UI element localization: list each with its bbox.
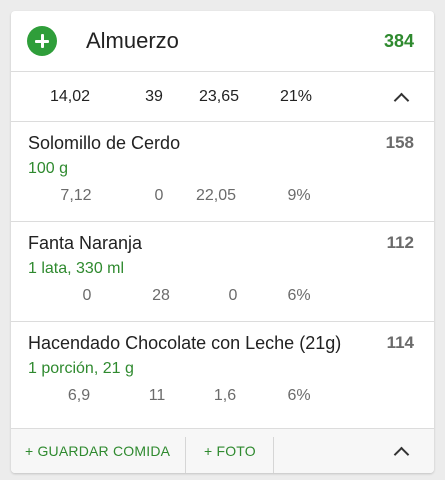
meal-title: Almuerzo — [86, 28, 179, 53]
food-calories: 158 — [385, 133, 414, 152]
meal-calories: 384 — [383, 31, 414, 51]
meal-footer: + GUARDAR COMIDA + FOTO — [11, 429, 434, 473]
food-serving: 100 g — [28, 160, 69, 177]
meal-totals-row: 14,02 39 23,65 21% — [11, 72, 434, 121]
food-item[interactable]: Fanta Naranja 112 1 lata, 330 ml 0 28 0 … — [11, 222, 434, 322]
chevron-up-icon[interactable] — [393, 446, 410, 463]
footer-separator — [185, 437, 186, 473]
total-percent: 21% — [279, 88, 313, 105]
food-protein: 1,6 — [213, 387, 237, 404]
food-calories: 112 — [386, 233, 414, 252]
food-percent: 6% — [287, 387, 311, 404]
food-protein: 0 — [228, 287, 238, 304]
food-fat: 7,12 — [60, 187, 92, 204]
meal-header: Almuerzo 384 — [11, 11, 434, 71]
food-percent: 9% — [287, 187, 311, 204]
collapse-chevron-up-icon[interactable] — [393, 92, 410, 109]
food-fat: 6,9 — [67, 387, 91, 404]
food-item[interactable]: Solomillo de Cerdo 158 100 g 7,12 0 22,0… — [11, 122, 434, 222]
food-serving: 1 porción, 21 g — [28, 360, 134, 377]
food-protein: 22,05 — [195, 187, 237, 204]
food-name: Solomillo de Cerdo — [28, 133, 181, 153]
add-photo-button[interactable]: + FOTO — [204, 429, 256, 473]
save-meal-button[interactable]: + GUARDAR COMIDA — [25, 429, 170, 473]
total-fat: 14,02 — [49, 88, 91, 105]
total-protein: 23,65 — [198, 88, 240, 105]
footer-separator — [273, 437, 274, 473]
food-name: Hacendado Chocolate con Leche (21g) — [28, 333, 342, 353]
food-carbs: 28 — [152, 287, 170, 304]
meal-card: Almuerzo 384 14,02 39 23,65 21% Solomill… — [11, 11, 434, 473]
add-food-icon[interactable] — [27, 26, 57, 56]
food-percent: 6% — [287, 287, 311, 304]
total-carbs: 39 — [145, 88, 163, 105]
food-name: Fanta Naranja — [28, 233, 143, 253]
food-serving: 1 lata, 330 ml — [28, 260, 125, 277]
food-carbs: 11 — [148, 387, 166, 404]
food-item[interactable]: Hacendado Chocolate con Leche (21g) 114 … — [11, 322, 434, 422]
food-fat: 0 — [82, 287, 92, 304]
food-calories: 114 — [386, 333, 414, 352]
